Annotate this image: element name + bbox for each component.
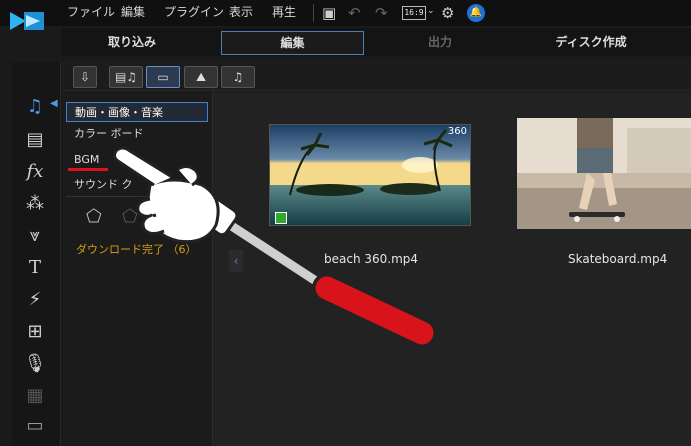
skateboard-image	[517, 118, 691, 229]
aspect-ratio-selector[interactable]: 16:9	[402, 6, 426, 20]
badge-360: 360	[447, 126, 467, 137]
media-room-icon[interactable]: ♫	[22, 95, 48, 119]
menu-play[interactable]: 再生	[272, 3, 296, 20]
bgm-highlight-underline	[68, 168, 108, 171]
tab-disc[interactable]: ディスク作成	[521, 31, 661, 53]
subtitle-icon[interactable]: ▭	[22, 414, 48, 438]
category-color-board[interactable]: カラー ボード	[66, 124, 208, 144]
add-tag-icon[interactable]: ⬠	[86, 206, 102, 227]
microphone-icon[interactable]: 🎙	[22, 352, 48, 376]
notification-bell-icon[interactable]: 🔔	[467, 4, 485, 22]
menu-view[interactable]: 表示	[229, 3, 253, 20]
category-media[interactable]: 動画・画像・音楽	[66, 102, 208, 122]
filter-image-icon[interactable]: ⛰	[184, 66, 218, 88]
media-filename: Skateboard.mp4	[568, 252, 668, 266]
tab-edit[interactable]: 編集	[221, 31, 364, 55]
active-indicator-icon: ◀	[50, 98, 58, 109]
filter-all-icon[interactable]: ▤♫	[109, 66, 143, 88]
filter-audio-icon[interactable]: ♫	[221, 66, 255, 88]
filter-video-icon[interactable]: ▭	[146, 66, 180, 88]
video-clip-icon[interactable]: ▤	[22, 128, 48, 152]
menu-edit[interactable]: 編集	[121, 3, 145, 20]
import-media-icon[interactable]: ⇩	[73, 66, 97, 88]
pointing-hand-icon	[112, 146, 437, 348]
tab-import[interactable]: 取り込み	[62, 31, 202, 53]
sparkle-icon[interactable]: ⩔	[22, 224, 48, 248]
title-icon[interactable]: T	[22, 256, 48, 280]
undo-icon[interactable]: ↶	[348, 4, 361, 22]
menu-file[interactable]: ファイル	[67, 3, 115, 20]
chapter-icon[interactable]: ▦	[22, 384, 48, 408]
particle-icon[interactable]: ⁂	[22, 192, 48, 216]
save-icon[interactable]: ▣	[322, 4, 336, 22]
menu-plugin[interactable]: プラグイン	[164, 3, 224, 20]
gear-icon[interactable]: ⚙	[441, 4, 454, 22]
tab-output[interactable]: 出力	[370, 31, 510, 53]
pip-icon[interactable]: ⊞	[22, 320, 48, 344]
app-logo-icon	[10, 12, 44, 30]
chevron-down-icon[interactable]: ⌄	[427, 6, 435, 16]
menu-divider	[313, 4, 314, 22]
media-thumbnail-skateboard[interactable]	[517, 118, 691, 229]
redo-icon[interactable]: ↷	[375, 4, 388, 22]
transition-icon[interactable]: ⚡	[22, 288, 48, 312]
fx-icon[interactable]: fx	[22, 160, 48, 184]
